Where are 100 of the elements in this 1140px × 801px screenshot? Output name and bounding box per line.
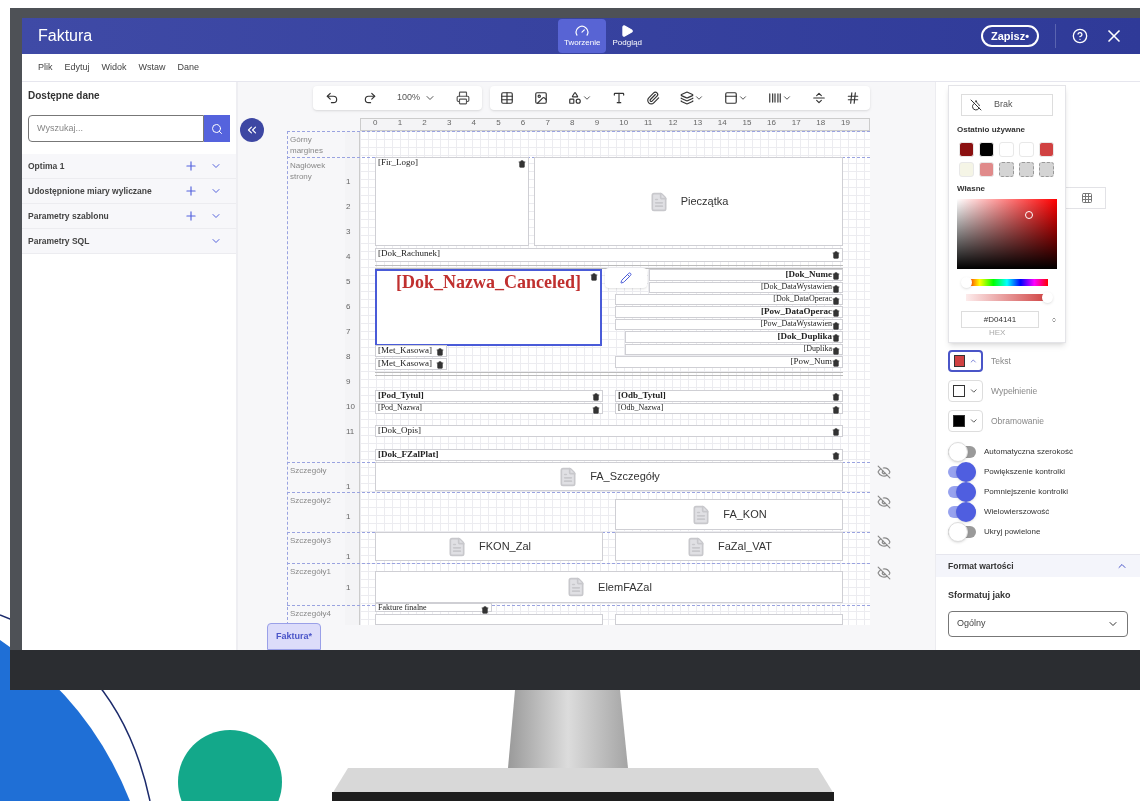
hex-input[interactable]: #D04141 [961,311,1039,328]
data-field[interactable]: Fakture finalne [375,603,492,612]
mode-tab[interactable]: Tworzenie [558,19,607,53]
chevron-down-icon[interactable] [694,93,705,103]
subreport-name: FA_Szczegóły [590,469,660,485]
delete-icon[interactable] [518,160,526,168]
save-button[interactable]: Zapisz• [980,25,1039,47]
search-field[interactable]: Wyszukaj... [28,115,204,142]
data-field[interactable]: [Dok_DataOperac [615,294,843,305]
data-field[interactable]: [Fir_Logo] [375,157,529,246]
layout-icon[interactable] [724,91,739,105]
delete-icon[interactable] [832,452,840,460]
field-text: [Pod_Tytul] [378,391,424,400]
chevron-down-icon[interactable] [782,93,793,103]
data-field[interactable]: [Dok_Rachunek] [375,248,843,262]
delete-icon[interactable] [832,285,840,293]
color-swatch[interactable] [959,142,974,157]
subreport-name: FKON_Zal [479,539,531,555]
delete-icon[interactable] [832,347,840,355]
menu-item[interactable]: Wstaw [138,60,166,75]
empty-swatch[interactable] [999,162,1014,177]
eye-off-icon[interactable] [877,535,891,549]
undo-icon[interactable] [325,91,339,105]
data-field[interactable]: [Duplika [625,344,843,355]
paperclip-icon[interactable] [646,91,661,105]
redo-icon[interactable] [363,91,377,105]
data-field[interactable]: [Pod_Tytul] [375,390,603,402]
delete-icon[interactable] [436,361,444,369]
color-swatch[interactable] [979,142,994,157]
delete-icon[interactable] [832,334,840,342]
menu-item[interactable]: Plik [38,60,53,75]
chevron-down-icon[interactable] [582,93,593,103]
mode-tab[interactable]: Podgląd [606,19,648,53]
section-header[interactable]: Format wartości [936,554,1140,577]
hash-icon[interactable] [846,91,861,105]
subreport-frame[interactable]: FA_Szczegóły [375,462,843,491]
eye-off-icon[interactable] [877,495,891,509]
data-field[interactable]: [Dok_Duplika [625,331,843,343]
delete-icon[interactable] [592,406,600,414]
color-swatch[interactable] [1039,142,1054,157]
data-field[interactable]: [Pow_DataWystawien [615,319,843,330]
data-field[interactable]: [Dok_Nume [649,269,843,281]
subreport-frame[interactable]: Pieczątka [534,157,843,246]
delete-icon[interactable] [832,322,840,330]
menu-item[interactable]: Dane [177,60,200,75]
data-field[interactable]: [Pow_DataOperac [615,306,843,318]
eye-off-icon[interactable] [877,465,891,479]
no-color-button[interactable]: Brak [961,94,1053,116]
subreport-frame[interactable]: ElemFAZal [375,571,843,603]
empty-swatch[interactable] [1039,162,1054,177]
data-field[interactable]: [Met_Kasowa] [375,345,447,357]
delete-icon[interactable] [481,606,489,614]
delete-icon[interactable] [832,428,840,436]
delete-icon[interactable] [832,251,840,259]
shapes-icon[interactable] [568,91,583,105]
color-swatch[interactable] [959,162,974,177]
format-select[interactable]: Ogólny [948,610,1128,637]
saturation-picker[interactable] [957,199,1057,269]
delete-icon[interactable] [832,359,840,367]
search-icon [211,122,223,135]
edit-button[interactable] [605,268,647,288]
subreport-frame[interactable]: FA_KON [615,499,843,530]
image-icon[interactable] [534,91,549,105]
delete-icon[interactable] [590,273,598,281]
chevron-down-icon[interactable] [738,93,749,103]
data-field[interactable]: [Odb_Tytul] [615,390,843,402]
search-button[interactable] [204,115,230,142]
data-field[interactable]: [Odb_Nazwa] [615,403,843,414]
delete-icon[interactable] [436,348,444,356]
menu-item[interactable]: Edytuj [64,60,90,75]
empty-swatch[interactable] [1019,162,1034,177]
data-field[interactable]: [Pow_Num [615,356,843,368]
delete-icon[interactable] [832,272,840,280]
text-size-icon[interactable] [612,91,627,105]
data-field[interactable]: [Dok_Opis] [375,425,843,437]
subreport-frame[interactable]: FKON_Zal [375,532,603,561]
color-swatch[interactable] [979,162,994,177]
help-icon[interactable] [1072,28,1088,44]
layers-icon[interactable] [680,91,695,105]
data-field[interactable]: [Dok_FZalPlat] [375,449,843,461]
table-icon[interactable] [500,91,515,105]
menu-item[interactable]: Widok [101,60,127,75]
delete-icon[interactable] [832,309,840,317]
data-field[interactable]: [Pod_Nazwa] [375,403,603,414]
gauge-icon [575,24,590,38]
color-select[interactable] [948,350,983,372]
delete-icon[interactable] [832,406,840,414]
zoom-dropdown[interactable]: 100% [397,91,437,105]
data-field[interactable]: [Met_Kasowa] [375,358,447,370]
document-tab[interactable]: Faktura* [267,623,321,650]
report-title-field[interactable]: [Dok_Nazwa_Canceled] [375,269,602,346]
delete-icon[interactable] [832,393,840,401]
subreport-frame[interactable]: FaZal_VAT [615,532,843,561]
data-field[interactable]: [Dok_DataWystawien [649,282,843,293]
eye-off-icon[interactable] [877,566,891,580]
delete-icon[interactable] [592,393,600,401]
page-break-icon[interactable] [812,91,827,105]
barcode-icon[interactable] [768,91,783,105]
delete-icon[interactable] [832,297,840,305]
print-icon[interactable] [456,91,471,105]
